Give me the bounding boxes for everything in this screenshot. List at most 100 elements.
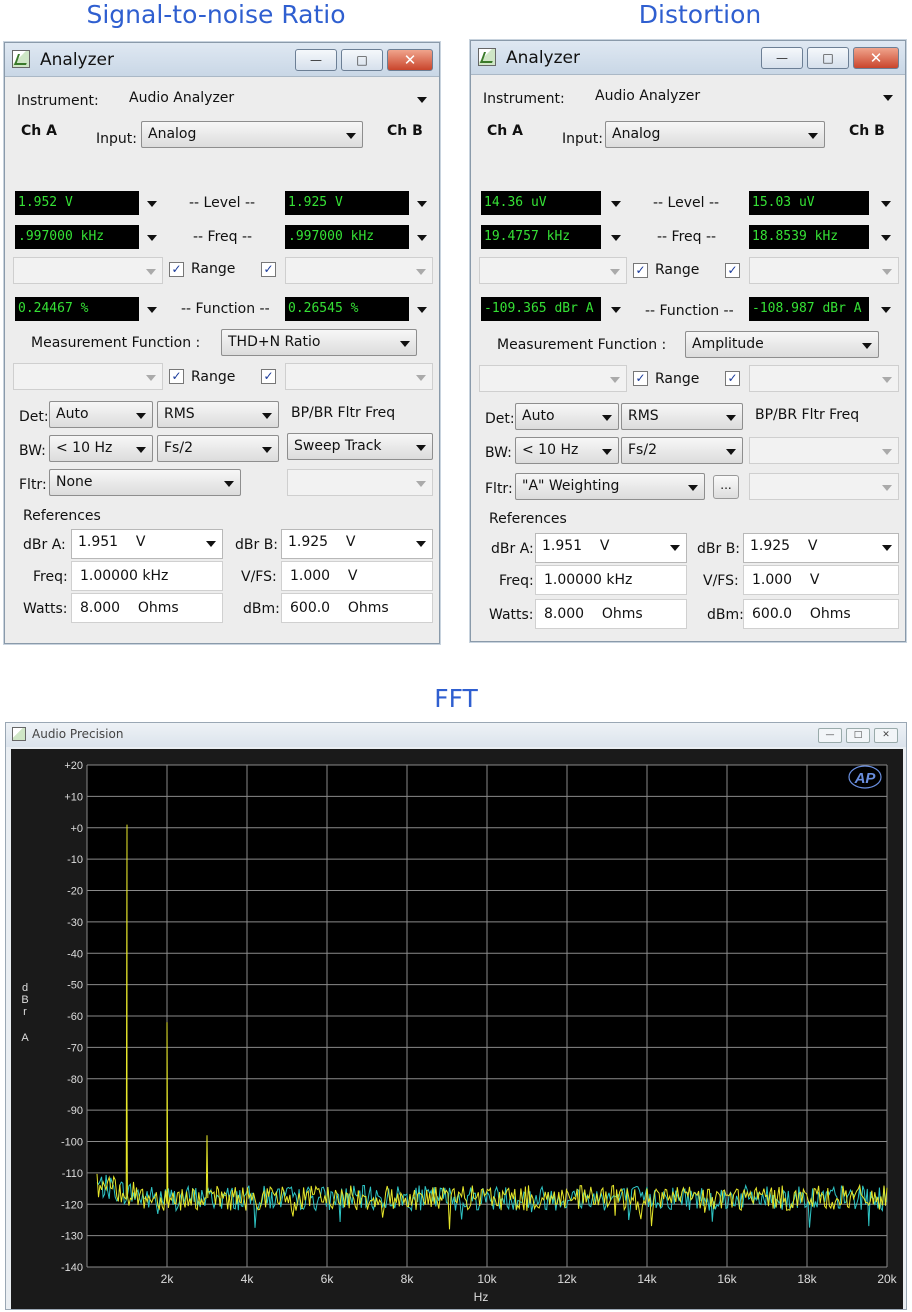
range-a-select-2 — [13, 363, 163, 390]
fltr-label: Fltr: — [19, 477, 47, 493]
dbra-select[interactable]: 1.951 V — [535, 533, 687, 563]
range-checkbox[interactable]: ✓ — [633, 263, 648, 278]
det-select[interactable]: Auto — [515, 403, 619, 430]
chevron-down-icon[interactable] — [611, 307, 621, 313]
x-tick-label: 2k — [161, 1272, 175, 1286]
y-axis-label: B — [21, 994, 28, 1006]
maximize-button[interactable]: □ — [846, 728, 870, 743]
chevron-down-icon — [882, 377, 892, 383]
measurement-function-label: Measurement Function : — [497, 337, 667, 353]
chevron-down-icon[interactable] — [881, 307, 891, 313]
range-a-select-2 — [479, 365, 627, 392]
chevron-down-icon — [882, 449, 892, 455]
range-b-select-2 — [749, 365, 899, 392]
sweep-track-select[interactable]: Sweep Track — [287, 433, 433, 460]
chevron-down-icon — [206, 541, 216, 547]
fltr-value: None — [56, 474, 93, 490]
y-tick-label: -60 — [67, 1011, 83, 1023]
ch-a-label: Ch A — [487, 123, 523, 139]
range-a-select — [13, 257, 163, 284]
freq-a-readout: 19.4757 kHz — [481, 225, 601, 249]
fs-select[interactable]: Fs/2 — [157, 435, 279, 462]
close-button[interactable]: ✕ — [874, 728, 898, 743]
bpbr-select — [749, 473, 899, 500]
chevron-down-icon[interactable] — [147, 201, 157, 207]
chevron-down-icon[interactable] — [611, 201, 621, 207]
level-b-readout: 1.925 V — [285, 191, 409, 215]
range-b-checkbox[interactable]: ✓ — [725, 263, 740, 278]
instrument-label: Instrument: — [17, 93, 99, 109]
minimize-button[interactable]: — — [761, 47, 803, 69]
chevron-down-icon — [400, 341, 410, 347]
input-select[interactable]: Analog — [141, 121, 363, 148]
chevron-down-icon[interactable] — [611, 235, 621, 241]
vfs-field[interactable]: 1.000 V — [281, 561, 433, 591]
dbra-label: dBr A: — [23, 537, 66, 553]
rms-select[interactable]: RMS — [157, 401, 279, 428]
x-tick-label: 6k — [321, 1272, 335, 1286]
chevron-down-icon[interactable] — [417, 235, 427, 241]
close-button[interactable]: ✕ — [853, 47, 899, 69]
minimize-button[interactable]: — — [295, 49, 337, 71]
dbrb-select[interactable]: 1.925 V — [281, 529, 433, 559]
chevron-down-icon — [882, 485, 892, 491]
dbm-label: dBm: — [707, 607, 744, 623]
chevron-down-icon — [346, 133, 356, 139]
det-value: Auto — [56, 406, 89, 422]
bw-select[interactable]: < 10 Hz — [49, 435, 153, 462]
chevron-down-icon — [224, 481, 234, 487]
rms-select[interactable]: RMS — [621, 403, 743, 430]
dbm-value: 600.0 Ohms — [290, 600, 389, 616]
dbm-field[interactable]: 600.0 Ohms — [281, 593, 433, 623]
chevron-down-icon — [610, 269, 620, 275]
det-select[interactable]: Auto — [49, 401, 153, 428]
chevron-down-icon — [136, 413, 146, 419]
dbm-field[interactable]: 600.0 Ohms — [743, 599, 899, 629]
maximize-button[interactable]: □ — [341, 49, 383, 71]
fltr-select[interactable]: None — [49, 469, 241, 496]
y-tick-label: -70 — [67, 1042, 83, 1054]
range-checkbox[interactable]: ✓ — [169, 262, 184, 277]
range-b-checkbox-2[interactable]: ✓ — [725, 371, 740, 386]
chevron-down-icon[interactable] — [881, 235, 891, 241]
fltr-select[interactable]: "A" Weighting — [515, 473, 705, 500]
range-b-checkbox-2[interactable]: ✓ — [261, 369, 276, 384]
measurement-function-select[interactable]: Amplitude — [685, 331, 879, 358]
measurement-function-select[interactable]: THD+N Ratio — [221, 329, 417, 356]
freq-ref-field[interactable]: 1.00000 kHz — [71, 561, 223, 591]
minimize-button[interactable]: — — [818, 728, 842, 743]
input-select[interactable]: Analog — [605, 121, 825, 148]
bw-select[interactable]: < 10 Hz — [515, 437, 619, 464]
close-button[interactable]: ✕ — [387, 49, 433, 71]
watts-field[interactable]: 8.000 Ohms — [535, 599, 687, 629]
level-b-readout: 15.03 uV — [749, 191, 869, 215]
input-value: Analog — [148, 126, 197, 142]
range-checkbox-2[interactable]: ✓ — [169, 369, 184, 384]
chevron-down-icon[interactable] — [417, 201, 427, 207]
dbra-value: 1.951 V — [78, 534, 146, 550]
chevron-down-icon[interactable] — [881, 201, 891, 207]
watts-value: 8.000 Ohms — [80, 600, 179, 616]
y-tick-label: -120 — [61, 1199, 83, 1211]
dbrb-select[interactable]: 1.925 V — [743, 533, 899, 563]
freq-label: -- Freq -- — [193, 229, 253, 245]
filter-options-button[interactable]: ... — [713, 475, 739, 499]
chevron-down-icon[interactable] — [147, 307, 157, 313]
fs-select[interactable]: Fs/2 — [621, 437, 743, 464]
vfs-field[interactable]: 1.000 V — [743, 565, 899, 595]
chevron-down-icon — [262, 413, 272, 419]
dbra-select[interactable]: 1.951 V — [71, 529, 223, 559]
chevron-down-icon — [136, 447, 146, 453]
watts-field[interactable]: 8.000 Ohms — [71, 593, 223, 623]
y-tick-label: -140 — [61, 1262, 83, 1274]
maximize-button[interactable]: □ — [807, 47, 849, 69]
range-b-checkbox[interactable]: ✓ — [261, 262, 276, 277]
dbm-value: 600.0 Ohms — [752, 606, 851, 622]
instrument-select[interactable]: Audio Analyzer — [589, 84, 899, 111]
range-checkbox-2[interactable]: ✓ — [633, 371, 648, 386]
chevron-down-icon[interactable] — [147, 235, 157, 241]
function-a-readout: -109.365 dBr A — [481, 297, 601, 321]
freq-ref-field[interactable]: 1.00000 kHz — [535, 565, 687, 595]
instrument-select[interactable]: Audio Analyzer — [123, 86, 433, 113]
chevron-down-icon[interactable] — [417, 307, 427, 313]
